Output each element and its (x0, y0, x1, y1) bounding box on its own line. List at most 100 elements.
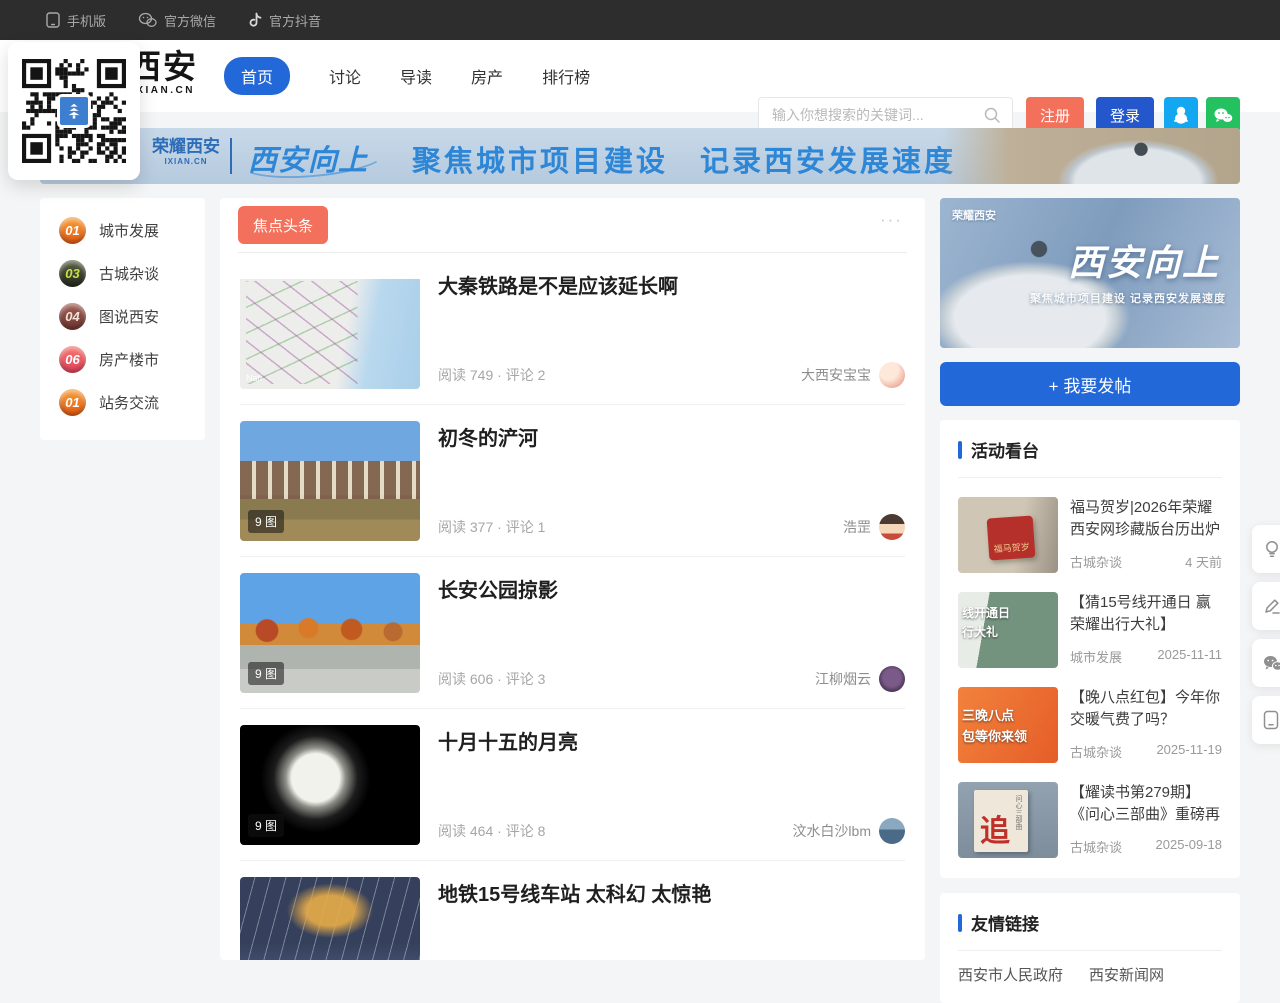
post-thumbnail-park[interactable]: 9 图 (240, 573, 420, 693)
post-title[interactable]: 长安公园掠影 (438, 574, 905, 603)
post-footer: 阅读 606 · 评论 3 江柳烟云 (438, 666, 905, 692)
author-name: 江柳烟云 (815, 669, 871, 689)
pagoda-logo-icon (57, 94, 91, 128)
activity-item[interactable]: 三晚八点 包等你来领 【晚八点红包】今年你交暖气费了吗？ 古城杂谈 2025-1… (958, 687, 1222, 763)
activity-item-title[interactable]: 【猜15号线开通日 赢荣耀出行大礼】 (1070, 592, 1222, 636)
topbar-mobile-link[interactable]: 手机版 (46, 11, 106, 30)
tips-float-button[interactable] (1252, 525, 1280, 573)
hot-headlines-button[interactable]: 焦点头条 (238, 206, 328, 244)
post-author[interactable]: 浩罡 (843, 514, 905, 540)
post-thumbnail-map[interactable]: Nati (240, 269, 420, 389)
wechat-float-button[interactable] (1252, 639, 1280, 687)
activity-item-meta: 古城杂谈 2025-09-18 (1070, 837, 1222, 858)
post-author[interactable]: 汶水白沙lbm (792, 818, 905, 844)
post-author[interactable]: 江柳烟云 (815, 666, 905, 692)
post-footer: 阅读 464 · 评论 8 汶水白沙lbm (438, 818, 905, 844)
activity-item[interactable]: 福马贺岁 福马贺岁|2026年荣耀西安网珍藏版台历出炉 古城杂谈 4 天前 (958, 497, 1222, 573)
new-post-button[interactable]: + 我要发帖 (940, 362, 1240, 406)
post-title[interactable]: 初冬的浐河 (438, 422, 905, 451)
activity-item[interactable]: 线开通日 行大礼 【猜15号线开通日 赢荣耀出行大礼】 城市发展 2025-11… (958, 592, 1222, 668)
post-item[interactable]: 9 图 十月十五的月亮 阅读 464 · 评论 8 汶水白沙lbm (240, 709, 905, 861)
banner-headline: 聚焦城市项目建设 记录西安发展速度 (412, 138, 956, 180)
feed-more-button[interactable]: ··· (880, 210, 903, 230)
section-badge: 01 (59, 389, 86, 416)
activity-body: 【猜15号线开通日 赢荣耀出行大礼】 城市发展 2025-11-11 (1070, 592, 1222, 668)
post-footer: 阅读 377 · 评论 1 浩罡 (438, 514, 905, 540)
activity-item[interactable]: 追 问心三部曲 【耀读书第279期】《问心三部曲》重磅再版 古城杂谈 2025-… (958, 782, 1222, 858)
post-thumbnail-moon[interactable]: 9 图 (240, 725, 420, 845)
mobile-phone-icon (46, 12, 60, 28)
post-item[interactable]: 9 图 长安公园掠影 阅读 606 · 评论 3 江柳烟云 (240, 557, 905, 709)
links-title: 友情链接 (971, 910, 1039, 935)
post-body: 大秦铁路是不是应该延长啊 阅读 749 · 评论 2 大西安宝宝 (438, 269, 905, 388)
section-label: 图说西安 (99, 306, 159, 327)
post-author[interactable]: 大西安宝宝 (801, 362, 905, 388)
mobile-float-button[interactable] (1252, 696, 1280, 744)
topbar-wechat-link[interactable]: 官方微信 (138, 11, 216, 30)
activity-category[interactable]: 古城杂谈 (1070, 742, 1122, 761)
sidebar-item-city-development[interactable]: 01 城市发展 (40, 209, 205, 252)
activity-thumbnail-calendar[interactable]: 福马贺岁 (958, 497, 1058, 573)
activity-category[interactable]: 古城杂谈 (1070, 837, 1122, 856)
nav-tab-realestate[interactable]: 房产 (471, 64, 503, 88)
sidebar-item-old-city-talk[interactable]: 03 古城杂谈 (40, 252, 205, 295)
friend-links-panel: 友情链接 西安市人民政府 西安新闻网 (940, 893, 1240, 1003)
search-input[interactable] (770, 106, 983, 124)
avatar[interactable] (879, 362, 905, 388)
stadium-photo (940, 128, 1240, 184)
section-label: 城市发展 (99, 220, 159, 241)
topbar-wechat-label: 官方微信 (164, 11, 216, 30)
activity-item-title[interactable]: 福马贺岁|2026年荣耀西安网珍藏版台历出炉 (1070, 497, 1222, 541)
links-header: 友情链接 (958, 893, 1222, 951)
nav-tab-discuss[interactable]: 讨论 (329, 64, 361, 88)
promo-logo: 荣耀西安 (952, 207, 996, 223)
promo-subtitle: 聚焦城市项目建设 记录西安发展速度 (1030, 290, 1226, 306)
avatar[interactable] (879, 514, 905, 540)
activity-item-title[interactable]: 【耀读书第279期】《问心三部曲》重磅再版 (1070, 782, 1222, 826)
post-thumbnail-river[interactable]: 9 图 (240, 421, 420, 541)
friend-link[interactable]: 西安新闻网 (1089, 964, 1164, 985)
topbar-douyin-link[interactable]: 官方抖音 (248, 11, 321, 30)
qr-code-popup (8, 42, 140, 180)
post-title[interactable]: 大秦铁路是不是应该延长啊 (438, 270, 905, 299)
post-title[interactable]: 地铁15号线车站 太科幻 太惊艳 (438, 878, 905, 907)
post-item[interactable]: 地铁15号线车站 太科幻 太惊艳 (240, 861, 905, 960)
wechat-icon (138, 12, 157, 28)
activity-item-title[interactable]: 【晚八点红包】今年你交暖气费了吗？ (1070, 687, 1222, 731)
post-item[interactable]: 9 图 初冬的浐河 阅读 377 · 评论 1 浩罡 (240, 405, 905, 557)
activity-thumbnail-metro-contest[interactable]: 线开通日 行大礼 (958, 592, 1058, 668)
sidebar-item-real-estate[interactable]: 06 房产楼市 (40, 338, 205, 381)
activity-thumbnail-redpacket[interactable]: 三晚八点 包等你来领 (958, 687, 1058, 763)
friend-link[interactable]: 西安市人民政府 (958, 964, 1063, 985)
activity-panel: 活动看台 福马贺岁 福马贺岁|2026年荣耀西安网珍藏版台历出炉 古城杂谈 4 … (940, 420, 1240, 878)
top-promo-banner[interactable]: 荣耀西安 IXIAN.CN 西安向上 聚焦城市项目建设 记录西安发展速度 (40, 128, 1240, 184)
avatar[interactable] (879, 818, 905, 844)
activity-title: 活动看台 (971, 437, 1039, 462)
sidebar-item-photo-xian[interactable]: 04 图说西安 (40, 295, 205, 338)
post-title[interactable]: 十月十五的月亮 (438, 726, 905, 755)
post-body: 十月十五的月亮 阅读 464 · 评论 8 汶水白沙lbm (438, 725, 905, 844)
activity-category[interactable]: 城市发展 (1070, 647, 1122, 666)
avatar[interactable] (879, 666, 905, 692)
calendar-graphic: 福马贺岁 (987, 515, 1036, 560)
activity-date: 2025-11-11 (1157, 647, 1222, 666)
write-post-float-button[interactable] (1252, 582, 1280, 630)
post-meta: 阅读 464 · 评论 8 (438, 821, 545, 841)
post-footer: 阅读 749 · 评论 2 大西安宝宝 (438, 362, 905, 388)
post-thumbnail-metro[interactable] (240, 877, 420, 960)
main-nav: 首页 讨论 导读 房产 排行榜 (224, 40, 590, 112)
feed-header: 焦点头条 ··· (238, 198, 907, 253)
activity-thumbnail-book[interactable]: 追 问心三部曲 (958, 782, 1058, 858)
banner-logo-text: 荣耀西安 (152, 137, 220, 157)
nav-tab-ranking[interactable]: 排行榜 (542, 64, 590, 88)
nav-tab-home[interactable]: 首页 (224, 57, 290, 95)
section-label: 站务交流 (99, 392, 159, 413)
nav-tab-guide[interactable]: 导读 (400, 64, 432, 88)
search-icon[interactable] (983, 106, 1001, 124)
post-item[interactable]: Nati 大秦铁路是不是应该延长啊 阅读 749 · 评论 2 大西安宝宝 (240, 253, 905, 405)
sidebar-item-site-affairs[interactable]: 01 站务交流 (40, 381, 205, 424)
topbar-douyin-label: 官方抖音 (269, 11, 321, 30)
side-promo-banner[interactable]: 荣耀西安 西安向上 聚焦城市项目建设 记录西安发展速度 (940, 198, 1240, 348)
activity-category[interactable]: 古城杂谈 (1070, 552, 1122, 571)
author-name: 汶水白沙lbm (792, 821, 871, 841)
